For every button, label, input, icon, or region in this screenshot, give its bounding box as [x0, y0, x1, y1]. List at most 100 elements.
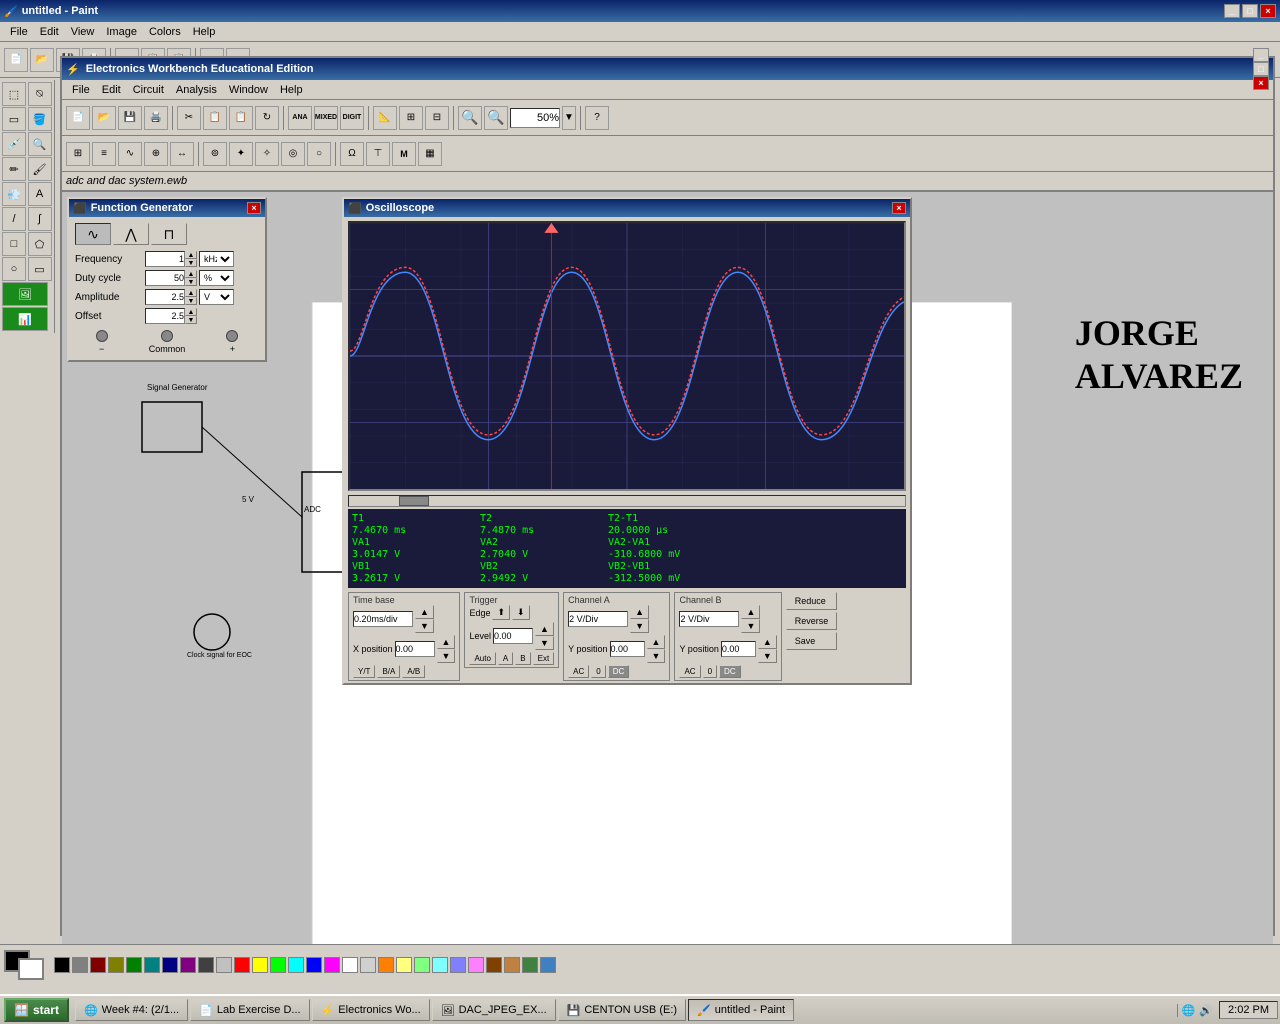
line-tool[interactable]: / — [2, 207, 26, 231]
osc-xpos-input[interactable] — [395, 641, 435, 657]
osc-ab-btn[interactable]: A/B — [402, 665, 425, 678]
ewb-wire2[interactable]: ⊞ — [399, 106, 423, 130]
ewb-t2-3[interactable]: ∿ — [118, 142, 142, 166]
ewb-t2-12[interactable]: ⊤ — [366, 142, 390, 166]
osc-chana-up[interactable]: ▲ — [630, 605, 649, 619]
osc-chana-ypos-down[interactable]: ▼ — [647, 649, 666, 663]
osc-y-a-btn[interactable]: Y/T — [353, 665, 375, 678]
fg-duty-unit[interactable]: % — [199, 270, 234, 286]
select-rect-tool[interactable]: ⬚ — [2, 82, 26, 106]
osc-chana-ypos-up[interactable]: ▲ — [647, 635, 666, 649]
color-pink[interactable] — [468, 957, 484, 973]
color-olive[interactable] — [108, 957, 124, 973]
fg-triangle-wave-btn[interactable]: ⋀ — [113, 223, 149, 245]
osc-close-button[interactable]: × — [892, 202, 906, 214]
osc-level-input[interactable] — [493, 628, 533, 644]
ewb-t2-10[interactable]: ○ — [307, 142, 331, 166]
ewb-wire1[interactable]: 📐 — [373, 106, 397, 130]
menu-image[interactable]: Image — [100, 24, 143, 40]
background-color[interactable] — [18, 958, 44, 980]
pencil-tool[interactable]: ✏ — [2, 157, 26, 181]
fg-freq-down[interactable]: ▼ — [185, 259, 197, 267]
color-darkred[interactable] — [90, 957, 106, 973]
osc-xpos-up[interactable]: ▲ — [437, 635, 456, 649]
maximize-button[interactable]: □ — [1242, 4, 1258, 18]
osc-chana-ypos[interactable] — [610, 641, 645, 657]
osc-reduce-button[interactable]: Reduce — [786, 592, 838, 610]
menu-edit[interactable]: Edit — [34, 24, 65, 40]
osc-b-btn[interactable]: B — [515, 652, 530, 665]
fg-close-button[interactable]: × — [247, 202, 261, 214]
taskbar-item-lab[interactable]: 📄 Lab Exercise D... — [190, 999, 309, 1021]
color-white[interactable] — [342, 957, 358, 973]
osc-level-down[interactable]: ▼ — [535, 636, 554, 650]
close-button[interactable]: × — [1260, 4, 1276, 18]
osc-xpos-down[interactable]: ▼ — [437, 649, 456, 663]
osc-timebase-down[interactable]: ▼ — [415, 619, 434, 633]
color-steelblue[interactable] — [540, 957, 556, 973]
color-magenta[interactable] — [324, 957, 340, 973]
brush-tool[interactable]: 🖌 — [28, 157, 52, 181]
color-lightgreen[interactable] — [414, 957, 430, 973]
ewb-t2-14[interactable]: ▦ — [418, 142, 442, 166]
ewb-t2-11[interactable]: Ω — [340, 142, 364, 166]
ewb-zoom-out[interactable]: 🔍 — [458, 106, 482, 130]
ewb-print[interactable]: 🖨️ — [144, 106, 168, 130]
color-black[interactable] — [54, 957, 70, 973]
fg-amp-unit[interactable]: V mV — [199, 289, 234, 305]
color-yellow[interactable] — [252, 957, 268, 973]
menu-view[interactable]: View — [65, 24, 101, 40]
ewb-t2-6[interactable]: ⊚ — [203, 142, 227, 166]
ewb-close-button[interactable]: × — [1253, 76, 1269, 90]
taskbar-item-paint[interactable]: 🖌️ untitled - Paint — [688, 999, 794, 1021]
open-button[interactable]: 📂 — [30, 48, 54, 72]
color-lightblue[interactable] — [450, 957, 466, 973]
osc-chana-ac[interactable]: AC — [568, 665, 589, 678]
osc-chanb-ac[interactable]: AC — [679, 665, 700, 678]
color-olive2[interactable] — [522, 957, 538, 973]
eyedropper-tool[interactable]: 💉 — [2, 132, 26, 156]
fg-freq-input[interactable] — [145, 251, 185, 267]
color-lightgray[interactable] — [216, 957, 232, 973]
ewb-t2-2[interactable]: ≡ — [92, 142, 116, 166]
color-gray-dark[interactable] — [72, 957, 88, 973]
ellipse-tool[interactable]: ○ — [2, 257, 26, 281]
color-green[interactable] — [270, 957, 286, 973]
ewb-save[interactable]: 💾 — [118, 106, 142, 130]
fill-tool[interactable]: 🪣 — [28, 107, 52, 131]
image-tool-2[interactable]: 📊 — [2, 307, 48, 331]
color-teal[interactable] — [144, 957, 160, 973]
polygon-tool[interactable]: ⬠ — [28, 232, 52, 256]
color-darkgreen[interactable] — [126, 957, 142, 973]
color-lightyellow[interactable] — [396, 957, 412, 973]
minimize-button[interactable]: _ — [1224, 4, 1240, 18]
color-silver[interactable] — [360, 957, 376, 973]
osc-timebase-up[interactable]: ▲ — [415, 605, 434, 619]
select-free-tool[interactable]: ⍉ — [28, 82, 52, 106]
ewb-t2-4[interactable]: ⊕ — [144, 142, 168, 166]
osc-edge-falling[interactable]: ⬇ — [512, 605, 530, 620]
color-tan[interactable] — [504, 957, 520, 973]
color-brown[interactable] — [486, 957, 502, 973]
ewb-menu-circuit[interactable]: Circuit — [127, 82, 170, 98]
ewb-menu-edit[interactable]: Edit — [96, 82, 127, 98]
fg-freq-unit[interactable]: kHz Hz MHz — [199, 251, 234, 267]
osc-ba-btn[interactable]: B/A — [377, 665, 400, 678]
paint-window-controls[interactable]: _ □ × — [1224, 4, 1276, 18]
taskbar-item-week4[interactable]: 🌐 Week #4: (2/1... — [75, 999, 188, 1021]
osc-edge-rising[interactable]: ⬆ — [492, 605, 510, 620]
text-tool[interactable]: A — [28, 182, 52, 206]
ewb-rotate[interactable]: ↻ — [255, 106, 279, 130]
ewb-menu-window[interactable]: Window — [223, 82, 274, 98]
ewb-wire3[interactable]: ⊟ — [425, 106, 449, 130]
ewb-t2-5[interactable]: ↔ — [170, 142, 194, 166]
ewb-ana[interactable]: ANA — [288, 106, 312, 130]
ewb-menu-help[interactable]: Help — [274, 82, 309, 98]
fg-amp-input[interactable] — [145, 289, 185, 305]
curve-tool[interactable]: ∫ — [28, 207, 52, 231]
ewb-window-controls[interactable]: _ □ × — [1253, 48, 1269, 90]
ewb-menu-file[interactable]: File — [66, 82, 96, 98]
ewb-help[interactable]: ? — [585, 106, 609, 130]
osc-auto-btn[interactable]: Auto — [469, 652, 495, 665]
osc-chanb-up[interactable]: ▲ — [741, 605, 760, 619]
